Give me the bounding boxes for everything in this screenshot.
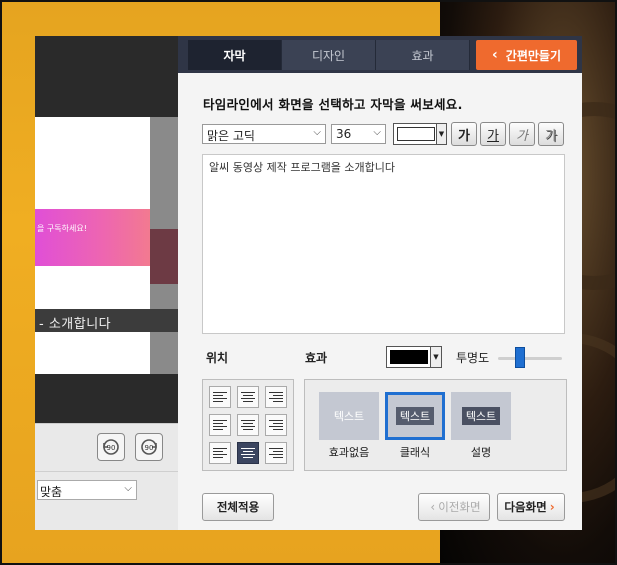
window-frame: [0, 0, 617, 565]
